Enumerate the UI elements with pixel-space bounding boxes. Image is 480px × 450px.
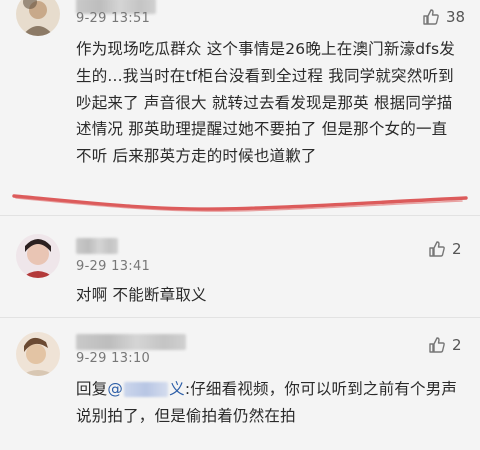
comment-text: 对啊 不能断章取义 — [76, 286, 207, 304]
like-count: 2 — [452, 336, 462, 354]
like-button[interactable]: 38 — [422, 8, 465, 26]
comment-time: 9-29 13:10 — [76, 351, 151, 366]
username-blurred[interactable] — [76, 238, 118, 254]
thumbs-up-icon — [422, 8, 440, 26]
comment-time: 9-29 13:41 — [76, 259, 151, 274]
avatar[interactable] — [16, 332, 60, 376]
thumbs-up-icon — [428, 240, 446, 258]
thumbs-up-icon — [428, 336, 446, 354]
like-button[interactable]: 2 — [428, 336, 462, 354]
comment-text: 回复@ 义:仔细看视频，你可以听到之前有个男声说别拍了，但是偷拍着仍然在拍 — [76, 376, 461, 430]
mention-tail: 义 — [169, 380, 185, 398]
like-count: 38 — [446, 8, 466, 26]
mention-link[interactable]: @ 义 — [107, 380, 184, 398]
comment-2: 9-29 13:41 2 对啊 不能断章取义 — [0, 216, 480, 316]
comment-1: 9-29 13:51 38 作为现场吃瓜群众 这个事情是26晚上在澳门新濠dfs… — [0, 0, 480, 205]
avatar[interactable] — [16, 0, 60, 36]
reply-prefix: 回复 — [76, 380, 108, 398]
mention-at-sign: @ — [107, 380, 124, 398]
username-blurred[interactable] — [76, 334, 186, 350]
like-button[interactable]: 2 — [428, 240, 462, 258]
comment-time: 9-29 13:51 — [76, 11, 151, 26]
mention-username-blurred — [124, 382, 169, 397]
like-count: 2 — [452, 240, 462, 258]
comment-text: 作为现场吃瓜群众 这个事情是26晚上在澳门新濠dfs发生的...我当时在tf柜台… — [76, 40, 455, 166]
avatar[interactable] — [16, 234, 60, 278]
comment-3: 9-29 13:10 2 回复@ 义:仔细看视频，你可以听到之前有个男声说别拍了，… — [0, 318, 480, 450]
